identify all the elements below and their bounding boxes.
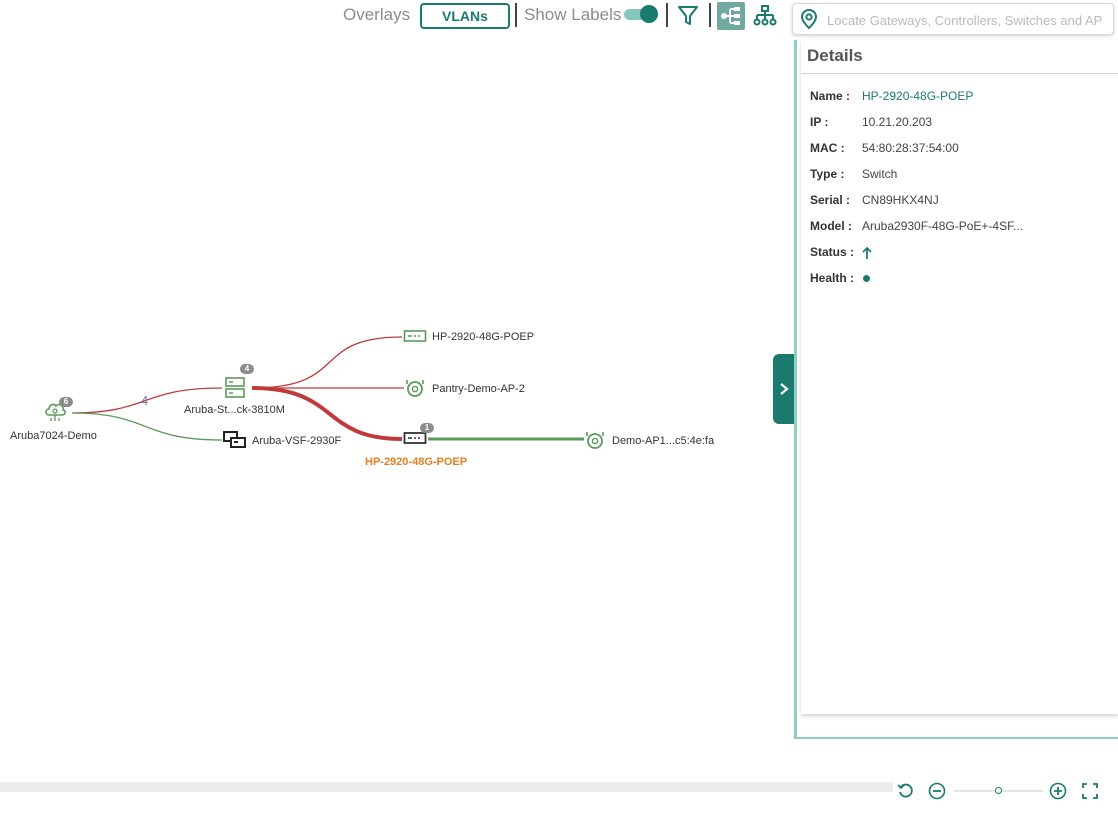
locate-device-search[interactable] [792, 3, 1114, 35]
zoom-controls [893, 780, 1118, 802]
detail-value-serial: CN89HKX4NJ [862, 193, 939, 207]
switch-selected-icon[interactable] [403, 431, 427, 447]
tree-horizontal-icon[interactable] [717, 2, 745, 30]
detail-label: MAC : [810, 141, 845, 155]
detail-label: Name : [810, 89, 851, 103]
detail-value-name[interactable]: HP-2920-48G-POEP [862, 89, 973, 103]
zoom-out-icon[interactable] [927, 781, 947, 801]
detail-value-type: Switch [862, 167, 898, 181]
health-status-dot [863, 275, 870, 282]
topology-canvas[interactable]: 6 Aruba7024-Demo 4 4 Aruba-St...ck-3810M… [0, 32, 790, 782]
detail-value-mac: 54:80:28:37:54:00 [862, 141, 959, 155]
switch-stack-icon[interactable] [224, 376, 246, 400]
arrow-up-icon [862, 246, 872, 259]
vlans-button[interactable]: VLANs [420, 3, 510, 29]
switch-selected-badge: 1 [420, 423, 434, 433]
show-labels-toggle[interactable] [624, 5, 658, 23]
details-divider [801, 73, 1118, 74]
stack-count-badge: 4 [240, 364, 254, 374]
show-labels-label: Show Labels [524, 5, 622, 24]
filter-icon[interactable] [674, 2, 702, 30]
gateway-count-badge: 6 [59, 397, 73, 407]
details-bottom-border [794, 737, 1118, 739]
access-point-icon[interactable] [404, 377, 426, 399]
reset-icon[interactable] [896, 781, 916, 801]
details-title: Details [807, 46, 863, 65]
zoom-in-icon[interactable] [1048, 781, 1068, 801]
topology-links [71, 336, 584, 441]
detail-value-model: Aruba2930F-48G-PoE+-4SF... [862, 219, 1024, 233]
toggle-knob [640, 5, 658, 23]
toolbar-divider [709, 3, 711, 27]
details-collapse-tab[interactable] [773, 354, 794, 424]
switch-selected-label: HP-2920-48G-POEP [365, 456, 468, 468]
gateway-label: Aruba7024-Demo [10, 430, 97, 442]
toolbar-divider [515, 3, 517, 27]
detail-label: Type : [810, 167, 845, 181]
ap-pantry-label: Pantry-Demo-AP-2 [432, 383, 525, 395]
fullscreen-icon[interactable] [1080, 781, 1100, 801]
topology-toolbar: Overlays VLANs Show Labels [0, 0, 790, 32]
vsf-label: Aruba-VSF-2930F [252, 435, 342, 447]
detail-label: Health : [810, 271, 855, 285]
switch-icon[interactable] [403, 329, 427, 345]
vsf-switch-icon[interactable] [222, 430, 248, 450]
switch-top-label: HP-2920-48G-POEP [432, 331, 535, 343]
search-input[interactable] [825, 8, 1111, 32]
stack-label: Aruba-St...ck-3810M [184, 404, 285, 416]
link-stack-switch-top [251, 336, 403, 389]
detail-label: Serial : [810, 193, 851, 207]
link-count-label: 4 [141, 393, 149, 408]
location-pin-icon [799, 8, 819, 35]
overlays-label: Overlays [343, 5, 411, 24]
details-card: Details Name : HP-2920-48G-POEP IP : 10.… [801, 40, 1118, 714]
details-panel: Details Name : HP-2920-48G-POEP IP : 10.… [794, 40, 1118, 738]
toolbar-divider [666, 3, 668, 27]
access-point-icon[interactable] [584, 429, 606, 451]
zoom-slider-thumb[interactable] [995, 787, 1002, 794]
chevron-right-icon [780, 383, 789, 395]
tree-vertical-icon[interactable] [751, 2, 779, 30]
detail-value-ip: 10.21.20.203 [862, 115, 933, 129]
detail-label: IP : [810, 115, 829, 129]
detail-label: Status : [810, 245, 855, 259]
ap-demo-label: Demo-AP1...c5:4e:fa [612, 435, 715, 447]
detail-label: Model : [810, 219, 852, 233]
